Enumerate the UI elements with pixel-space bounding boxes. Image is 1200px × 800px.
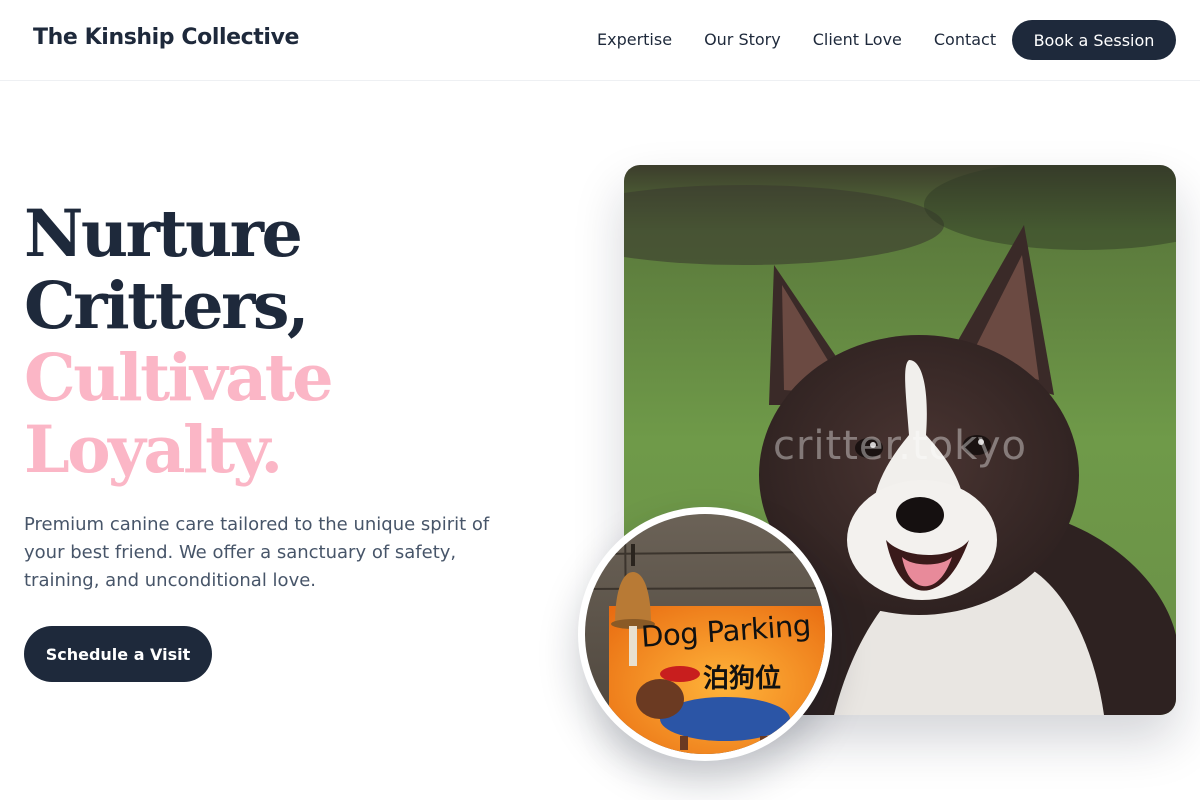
sign-text-chinese: 泊狗位 <box>703 664 782 694</box>
nav-links: Expertise Our Story Client Love Contact <box>597 30 996 49</box>
nav-link-our-story[interactable]: Our Story <box>704 30 781 49</box>
nav-link-client-love[interactable]: Client Love <box>813 30 902 49</box>
hero-description: Premium canine care tailored to the uniq… <box>24 514 490 591</box>
headline-line-4: Loyalty. <box>24 412 283 488</box>
headline-line-3: Cultivate <box>24 340 334 416</box>
book-session-button[interactable]: Book a Session <box>1012 20 1176 60</box>
dog-parking-image: Dog Parking 泊狗位 <box>585 514 825 754</box>
schedule-visit-button[interactable]: Schedule a Visit <box>24 626 212 682</box>
headline-line-2: Critters, <box>24 268 310 344</box>
nav-link-expertise[interactable]: Expertise <box>597 30 672 49</box>
image-watermark: critter.tokyo <box>772 423 1028 469</box>
nav-link-contact[interactable]: Contact <box>934 30 996 49</box>
brand-logo[interactable]: The Kinship Collective <box>33 25 299 50</box>
hero-headline: Nurture Critters, Cultivate Loyalty. <box>24 196 334 488</box>
navbar: The Kinship Collective Expertise Our Sto… <box>0 0 1200 81</box>
dog-parking-photo: Dog Parking 泊狗位 <box>578 507 832 761</box>
headline-line-1: Nurture <box>24 196 303 272</box>
